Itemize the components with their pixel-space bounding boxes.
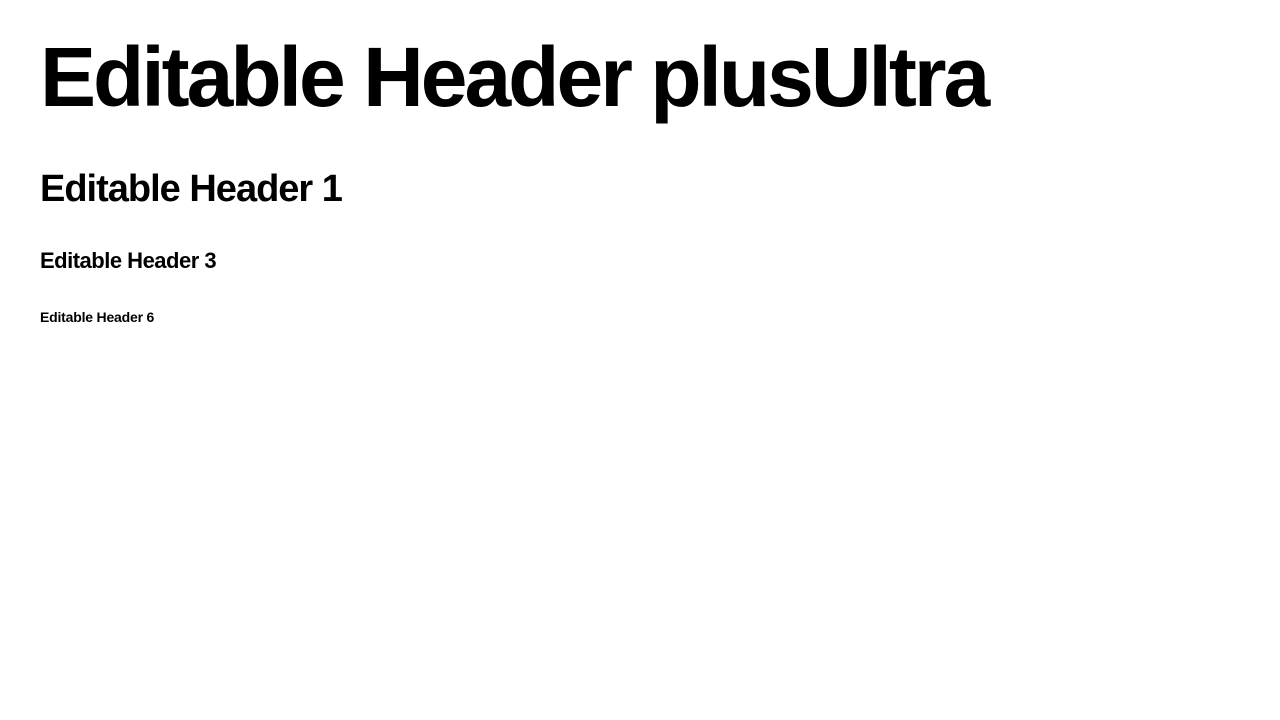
editable-header-1[interactable]: Editable Header 1 [40, 170, 343, 208]
editable-header-3[interactable]: Editable Header 3 [40, 250, 217, 272]
page-canvas: Editable Header plusUltra Editable Heade… [0, 0, 1280, 720]
editable-header-plus-ultra[interactable]: Editable Header plusUltra [40, 35, 990, 119]
editable-header-6[interactable]: Editable Header 6 [40, 310, 154, 324]
